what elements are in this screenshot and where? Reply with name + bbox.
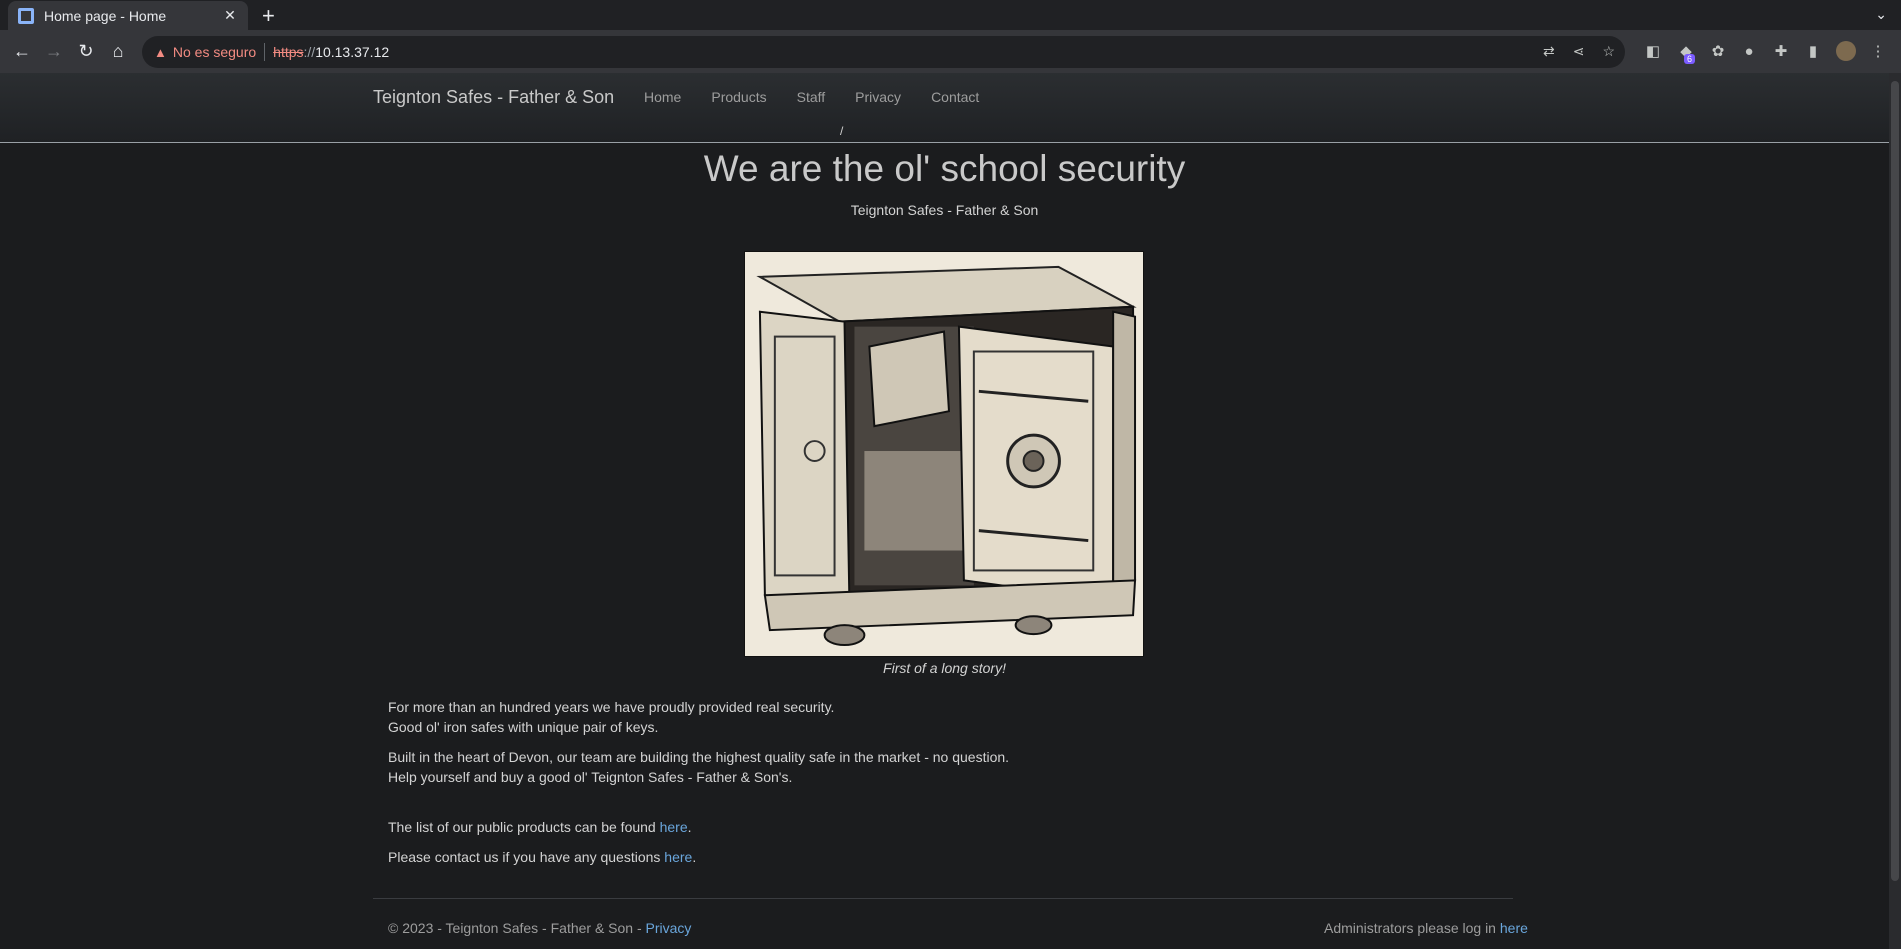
security-label[interactable]: No es seguro: [173, 44, 256, 60]
admin-text: Administrators please log in: [1324, 920, 1500, 936]
products-link[interactable]: here: [660, 819, 688, 835]
warning-icon: ▲: [154, 44, 167, 60]
admin-login-link[interactable]: here: [1500, 920, 1528, 936]
page-subtitle: Teignton Safes - Father & Son: [850, 202, 1039, 218]
tab-title: Home page - Home: [44, 7, 167, 24]
translate-icon[interactable]: ⇄: [1543, 43, 1555, 60]
products-text: The list of our public products can be f…: [388, 819, 660, 835]
breadcrumb: /: [840, 124, 844, 138]
contact-text: Please contact us if you have any questi…: [388, 849, 665, 865]
url-scheme: https: [273, 44, 304, 60]
side-panel-icon[interactable]: ▮: [1803, 41, 1823, 61]
about-line-1: Built in the heart of Devon, our team ar…: [388, 749, 1010, 765]
nav-staff[interactable]: Staff: [797, 89, 826, 105]
intro-line-1: For more than an hundred years we have p…: [388, 699, 835, 715]
main-content: For more than an hundred years we have p…: [388, 697, 1009, 877]
contact-period: .: [692, 849, 697, 865]
omnibox-actions: ⇄ ⋖ ☆: [1543, 43, 1615, 60]
nav-contact[interactable]: Contact: [931, 89, 979, 105]
reload-button[interactable]: ↻: [70, 36, 102, 68]
close-icon[interactable]: ✕: [222, 7, 238, 24]
back-button[interactable]: ←: [6, 36, 38, 68]
tab-search-chevron-icon[interactable]: ⌄: [1875, 6, 1887, 23]
url-scheme-separator: ://: [303, 44, 316, 60]
scrollbar[interactable]: [1889, 73, 1901, 949]
cookie-editor-icon[interactable]: ●: [1739, 41, 1759, 61]
intro-paragraph: For more than an hundred years we have p…: [388, 697, 1009, 737]
site-nav: Home Products Staff Privacy Contact: [644, 89, 979, 105]
nav-privacy[interactable]: Privacy: [855, 89, 901, 105]
page-icon: [18, 7, 34, 24]
page-title: We are the ol' school security: [703, 148, 1186, 189]
cookie-icon[interactable]: ✿: [1708, 41, 1728, 61]
hero: We are the ol' school security Teignton …: [0, 148, 1889, 218]
url-host: 10.13.37.12: [315, 44, 390, 60]
products-paragraph: The list of our public products can be f…: [388, 817, 1009, 837]
intro-line-2: Good ol' iron safes with unique pair of …: [388, 719, 659, 735]
translate-extension-icon[interactable]: ◧: [1643, 41, 1663, 61]
new-tab-button[interactable]: +: [262, 3, 275, 29]
forward-button[interactable]: →: [38, 36, 70, 68]
profile-avatar[interactable]: [1836, 41, 1856, 61]
extensions-puzzle-icon[interactable]: ✚: [1771, 41, 1791, 61]
share-icon[interactable]: ⋖: [1573, 43, 1585, 60]
browser-tab[interactable]: Home page - Home ✕: [8, 1, 248, 30]
about-paragraph: Built in the heart of Devon, our team ar…: [388, 747, 1009, 787]
footer-divider: [373, 898, 1513, 899]
home-button[interactable]: ⌂: [102, 36, 134, 68]
footer-privacy-link[interactable]: Privacy: [646, 920, 692, 936]
nav-products[interactable]: Products: [711, 89, 766, 105]
footer-admin: Administrators please log in here: [1324, 920, 1528, 936]
divider: [264, 43, 266, 61]
browser-toolbar: ← → ↻ ⌂ ▲ No es seguro https :// 10.13.3…: [0, 30, 1901, 73]
footer-copyright: © 2023 - Teignton Safes - Father & Son -…: [388, 920, 691, 936]
extension-badge: 6: [1684, 54, 1696, 64]
copyright-text: © 2023 - Teignton Safes - Father & Son -: [388, 920, 646, 936]
about-line-2: Help yourself and buy a good ol' Teignto…: [388, 769, 793, 785]
web-page: Teignton Safes - Father & Son Home Produ…: [0, 73, 1901, 949]
site-brand[interactable]: Teignton Safes - Father & Son: [373, 87, 614, 108]
safe-illustration: [744, 251, 1144, 657]
nav-home[interactable]: Home: [644, 89, 681, 105]
address-bar[interactable]: ▲ No es seguro https :// 10.13.37.12 ⇄ ⋖…: [142, 36, 1625, 68]
browser-menu-icon[interactable]: ⋮: [1868, 41, 1888, 61]
site-navbar: Teignton Safes - Father & Son Home Produ…: [0, 73, 1889, 143]
contact-link[interactable]: here: [664, 849, 692, 865]
image-caption: First of a long story!: [883, 660, 1006, 676]
products-period: .: [687, 819, 692, 835]
contact-paragraph: Please contact us if you have any questi…: [388, 847, 1009, 867]
browser-tabbar: Home page - Home ✕ + ⌄: [0, 0, 1901, 30]
bookmark-star-icon[interactable]: ☆: [1602, 43, 1615, 60]
